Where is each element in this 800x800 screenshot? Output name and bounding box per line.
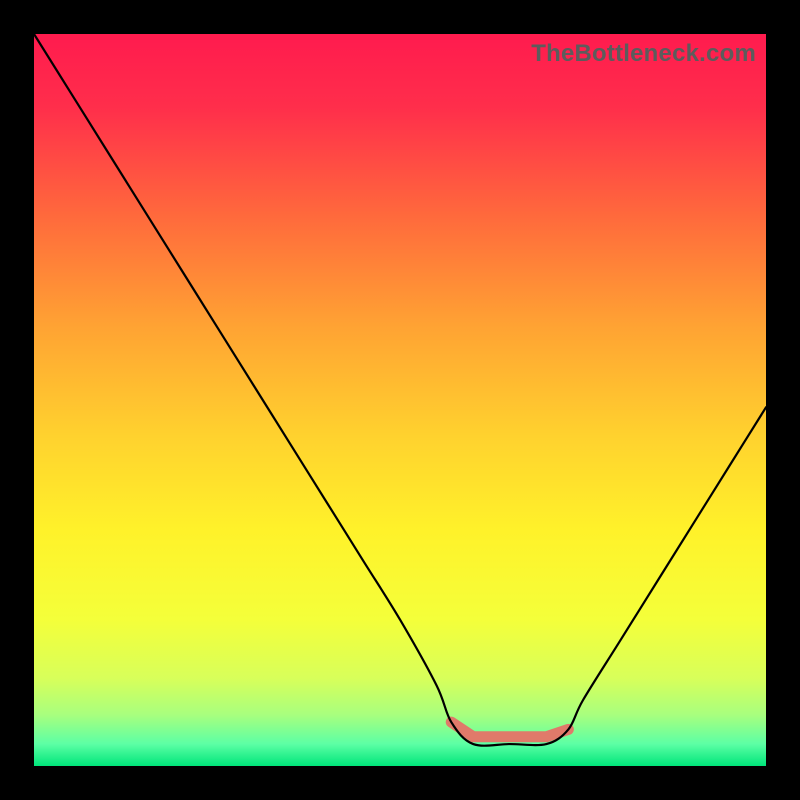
flat-zone-marker: [451, 722, 568, 737]
bottleneck-curve: [34, 34, 766, 746]
watermark-text: TheBottleneck.com: [531, 40, 756, 68]
chart-frame: TheBottleneck.com: [0, 0, 800, 800]
plot-area: TheBottleneck.com: [34, 34, 766, 766]
chart-curves: [34, 34, 766, 766]
